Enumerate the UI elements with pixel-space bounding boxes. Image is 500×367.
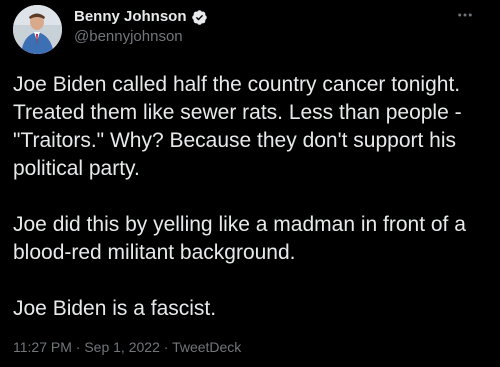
more-horizontal-icon [458,13,472,17]
tweet: Benny Johnson @bennyjohnson Joe Biden ca… [0,0,500,367]
verified-badge-icon [191,9,208,26]
more-options-button[interactable] [453,3,477,27]
author-handle[interactable]: @bennyjohnson [74,28,183,46]
tweet-source[interactable]: TweetDeck [172,339,241,355]
avatar[interactable] [13,5,62,54]
separator: · [163,339,173,355]
tweet-text: Joe Biden called half the country cancer… [13,71,493,323]
tweet-metadata: 11:27 PM · Sep 1, 2022 · TweetDeck [13,338,241,356]
tweet-time[interactable]: 11:27 PM [13,339,72,355]
author-display-name[interactable]: Benny Johnson [74,8,187,26]
author-name-row: Benny Johnson [74,8,208,26]
avatar-photo-icon [13,5,62,54]
tweet-paragraph: Joe Biden is a fascist. [13,297,217,320]
tweet-date[interactable]: Sep 1, 2022 [84,339,160,355]
tweet-paragraph: Joe did this by yelling like a madman in… [13,213,466,264]
tweet-paragraph: Joe Biden called half the country cancer… [13,73,462,180]
